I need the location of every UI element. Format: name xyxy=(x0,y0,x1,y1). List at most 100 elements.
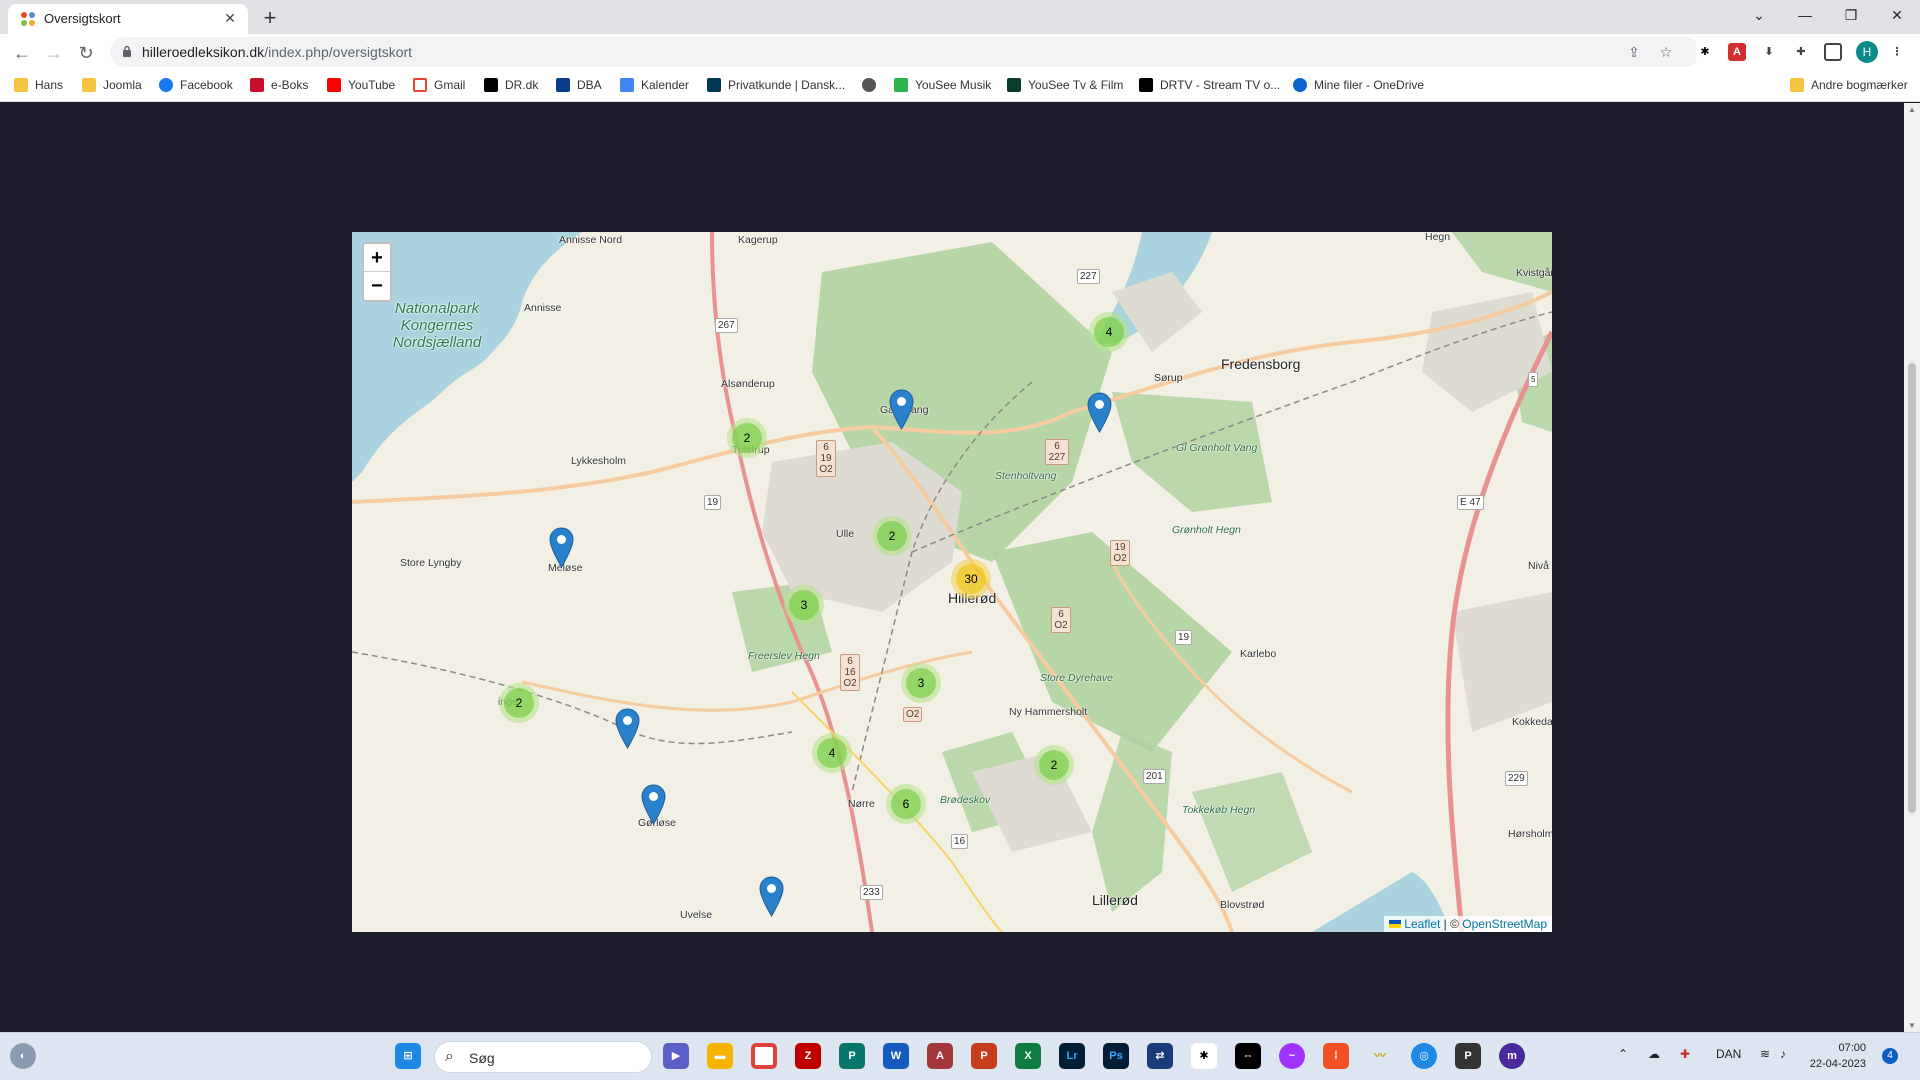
marker-cluster[interactable]: 2 xyxy=(499,683,539,723)
bookmark-dba[interactable]: DBA xyxy=(556,78,602,96)
address-bar[interactable]: hilleroedleksikon.dk/index.php/oversigts… xyxy=(110,37,1700,67)
marker-cluster[interactable]: 4 xyxy=(812,733,852,773)
map-pin-icon[interactable] xyxy=(549,527,574,568)
mu-app-icon[interactable]: m xyxy=(1499,1043,1525,1069)
extensions-puzzle-icon[interactable]: ✚ xyxy=(1792,43,1810,61)
windows-start-icon[interactable]: ⊞ xyxy=(395,1043,421,1069)
office-app-icon[interactable]: ⁞ xyxy=(1323,1043,1349,1069)
cluster-count: 4 xyxy=(1094,317,1124,347)
download-icon[interactable]: ⬇ xyxy=(1760,43,1778,61)
youtube-icon xyxy=(327,78,341,92)
menu-kebab-icon[interactable]: ⋮ xyxy=(1888,43,1906,61)
bookmark-hans[interactable]: Hans xyxy=(14,78,63,96)
bookmark-joomla[interactable]: Joomla xyxy=(82,78,142,96)
app-tray-icon[interactable]: ✚ xyxy=(1680,1047,1690,1061)
place-gronholt-hegn: Grønholt Hegn xyxy=(1172,524,1241,536)
transfer-icon[interactable]: ⇄ xyxy=(1147,1043,1173,1069)
chrome-icon[interactable] xyxy=(751,1043,777,1069)
file-explorer-icon[interactable]: ▬ xyxy=(707,1043,733,1069)
zoom-out-button[interactable]: − xyxy=(364,272,390,300)
marker-cluster[interactable]: 2 xyxy=(872,516,912,556)
marker-cluster[interactable]: 2 xyxy=(1034,745,1074,785)
zoom-in-button[interactable]: + xyxy=(364,244,390,272)
widgets-icon[interactable]: ◐ xyxy=(10,1043,36,1069)
osm-link[interactable]: OpenStreetMap xyxy=(1462,917,1547,931)
star-icon[interactable]: ☆ xyxy=(1658,44,1674,60)
scrollbar-thumb[interactable] xyxy=(1908,363,1916,813)
lightroom-icon[interactable]: Lr xyxy=(1059,1043,1085,1069)
minimize-button[interactable]: — xyxy=(1782,0,1828,30)
wifi-icon[interactable]: ≋ xyxy=(1760,1047,1770,1061)
teams-chat-icon[interactable]: ▶ xyxy=(663,1043,689,1069)
powerpoint-icon[interactable]: P xyxy=(971,1043,997,1069)
bookmark-youtube[interactable]: YouTube xyxy=(327,78,395,96)
marker-cluster[interactable]: 2 xyxy=(727,418,767,458)
map-pin-icon[interactable] xyxy=(641,784,666,825)
publisher-icon[interactable]: P xyxy=(839,1043,865,1069)
bookmark-gmail[interactable]: Gmail xyxy=(413,78,465,96)
reload-button[interactable]: ↻ xyxy=(72,39,100,67)
map-pin-icon[interactable] xyxy=(759,876,784,917)
bookmark-kalender[interactable]: Kalender xyxy=(620,78,689,96)
notification-badge[interactable]: 4 xyxy=(1882,1048,1898,1064)
side-panel-icon[interactable] xyxy=(1824,43,1842,61)
scroll-down-icon[interactable]: ▼ xyxy=(1907,1021,1917,1030)
teamviewer-icon[interactable]: ⇔ xyxy=(1235,1043,1261,1069)
close-window-button[interactable]: ✕ xyxy=(1874,0,1920,30)
messenger-icon[interactable]: ~ xyxy=(1279,1043,1305,1069)
map-pin-icon[interactable] xyxy=(615,708,640,749)
marker-cluster[interactable]: 6 xyxy=(886,784,926,824)
filezilla-icon[interactable]: Z xyxy=(795,1043,821,1069)
bookmark-other[interactable]: Andre bogmærker xyxy=(1790,78,1908,96)
new-tab-button[interactable]: + xyxy=(256,4,284,32)
chevron-up-icon[interactable]: ⌃ xyxy=(1618,1047,1628,1061)
eboks-icon xyxy=(250,78,264,92)
language-indicator[interactable]: DAN xyxy=(1716,1047,1741,1061)
leaflet-link[interactable]: Leaflet xyxy=(1404,917,1440,931)
folder-icon xyxy=(1790,78,1804,92)
profile-avatar[interactable]: H xyxy=(1856,41,1878,63)
dr-icon xyxy=(484,78,498,92)
extension-colorful-icon[interactable]: ✱ xyxy=(1696,43,1714,61)
marker-cluster[interactable]: 3 xyxy=(784,585,824,625)
forward-button[interactable]: → xyxy=(40,39,68,67)
excel-icon[interactable]: X xyxy=(1015,1043,1041,1069)
bookmark-yousee-musik[interactable]: YouSee Musik xyxy=(894,78,991,96)
cloud-icon[interactable]: ☁ xyxy=(1648,1047,1660,1061)
word-icon[interactable]: W xyxy=(883,1043,909,1069)
bookmark-onedrive[interactable]: Mine filer - OneDrive xyxy=(1293,78,1424,96)
marker-cluster[interactable]: 3 xyxy=(901,663,941,703)
scroll-up-icon[interactable]: ▲ xyxy=(1907,105,1917,114)
system-clock[interactable]: 07:00 22-04-2023 xyxy=(1806,1040,1866,1072)
bookmark-eboks[interactable]: e-Boks xyxy=(250,78,308,96)
share-icon[interactable]: ⇪ xyxy=(1626,44,1642,60)
map-pin-icon[interactable] xyxy=(1087,392,1112,433)
volume-icon[interactable]: ♪ xyxy=(1780,1047,1786,1061)
bookmark-drtv[interactable]: DRTV - Stream TV o... xyxy=(1139,78,1280,96)
colorful-app-icon[interactable]: ✱ xyxy=(1191,1043,1217,1069)
map-pin-icon[interactable] xyxy=(889,389,914,430)
marker-cluster[interactable]: 30 xyxy=(951,559,991,599)
restore-button[interactable]: ❐ xyxy=(1828,0,1874,30)
close-tab-icon[interactable]: ✕ xyxy=(220,8,240,28)
bookmark-danske-bank[interactable]: Privatkunde | Dansk... xyxy=(707,78,845,96)
taskbar-search[interactable]: ⌕ Søg xyxy=(434,1041,652,1073)
bookmark-facebook[interactable]: Facebook xyxy=(159,78,233,96)
back-button[interactable]: ← xyxy=(8,39,36,67)
tab-oversigtskort[interactable]: Oversigtskort ✕ xyxy=(8,4,248,34)
paint-app-icon[interactable]: P xyxy=(1455,1043,1481,1069)
chart-app-icon[interactable]: 〰 xyxy=(1367,1043,1393,1069)
photoshop-icon[interactable]: Ps xyxy=(1103,1043,1129,1069)
page-scrollbar[interactable]: ▲ ▼ xyxy=(1904,103,1920,1032)
road-shield-o2: O2 xyxy=(903,707,923,722)
marker-cluster[interactable]: 4 xyxy=(1089,312,1129,352)
adobe-icon[interactable]: A xyxy=(1728,43,1746,61)
overview-map[interactable]: Annisse Nord Kagerup Annisse Hegn Kvistg… xyxy=(352,232,1552,932)
globe-app-icon[interactable]: ◎ xyxy=(1411,1043,1437,1069)
bookmark-yousee-tv[interactable]: YouSee Tv & Film xyxy=(1007,78,1123,96)
place-sorup: Sørup xyxy=(1154,372,1183,384)
bookmark-dr[interactable]: DR.dk xyxy=(484,78,538,96)
access-icon[interactable]: A xyxy=(927,1043,953,1069)
chevron-down-icon[interactable]: ⌄ xyxy=(1736,0,1782,30)
bookmark-globe[interactable] xyxy=(862,78,883,96)
